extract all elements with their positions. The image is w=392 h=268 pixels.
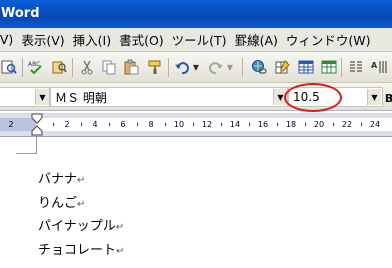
ruler-tick bbox=[249, 123, 250, 126]
ruler-number: 6 bbox=[120, 120, 126, 129]
paragraph-mark-icon: ↵ bbox=[116, 246, 125, 257]
standard-toolbar: ABC ▼ ▼ A bbox=[0, 52, 392, 83]
menu-view[interactable]: 表示(V) bbox=[21, 30, 72, 49]
spelling-icon[interactable]: ABC bbox=[27, 58, 45, 76]
document-line: チョコレート↵ bbox=[38, 243, 124, 260]
drawing-icon[interactable]: A bbox=[370, 58, 388, 76]
toolbar-separator bbox=[168, 58, 169, 77]
ruler-tick bbox=[81, 123, 82, 126]
insert-table-icon[interactable] bbox=[297, 58, 315, 76]
document-line: りんご↵ bbox=[38, 196, 85, 213]
copy-icon[interactable] bbox=[100, 58, 118, 76]
window-title: Word bbox=[1, 6, 40, 21]
annotation-circle bbox=[284, 83, 342, 112]
ruler-number: 10 bbox=[173, 120, 185, 129]
ruler-number: 12 bbox=[201, 120, 213, 129]
columns-icon[interactable] bbox=[347, 58, 365, 76]
line-text: チョコレート bbox=[38, 243, 117, 258]
document-line: パイナップル↵ bbox=[38, 219, 124, 236]
margin-guide bbox=[36, 137, 37, 154]
research-icon[interactable] bbox=[50, 58, 68, 76]
ruler-number: 18 bbox=[285, 120, 297, 129]
ruler-tick bbox=[165, 123, 166, 126]
toolbar-separator bbox=[341, 58, 342, 77]
ruler-number: 24 bbox=[369, 120, 381, 129]
paragraph-mark-icon: ↵ bbox=[77, 199, 86, 210]
title-bar: Word bbox=[0, 0, 392, 28]
menu-table[interactable]: 罫線(A) bbox=[235, 30, 286, 49]
undo-icon[interactable] bbox=[173, 58, 191, 76]
menu-insert[interactable]: 挿入(I) bbox=[73, 30, 119, 49]
ruler-number: 16 bbox=[257, 120, 269, 129]
ruler-number: 8 bbox=[148, 120, 154, 129]
ruler-tick bbox=[53, 123, 54, 126]
style-combo[interactable]: ▼ bbox=[0, 87, 50, 107]
line-text: パイナップル bbox=[38, 219, 116, 234]
indent-marker-icon[interactable] bbox=[31, 113, 43, 140]
toolbar-separator bbox=[22, 58, 23, 77]
undo-dropdown-icon[interactable]: ▼ bbox=[191, 58, 201, 76]
cut-icon[interactable] bbox=[78, 58, 96, 76]
format-painter-icon[interactable] bbox=[146, 58, 164, 76]
redo-icon[interactable] bbox=[207, 58, 225, 76]
font-name-combo[interactable]: ＭＳ 明朝 ▼ bbox=[50, 87, 288, 107]
insert-excel-icon[interactable] bbox=[320, 58, 338, 76]
svg-text:ABC: ABC bbox=[28, 61, 40, 68]
ruler-tick bbox=[361, 123, 362, 126]
ruler-number: 22 bbox=[341, 120, 353, 129]
line-text: バナナ bbox=[38, 172, 78, 187]
font-name-value: ＭＳ 明朝 bbox=[55, 90, 107, 105]
bold-icon-partial[interactable]: B bbox=[385, 89, 392, 107]
print-preview-icon[interactable] bbox=[0, 58, 18, 76]
paste-icon[interactable] bbox=[122, 58, 140, 76]
tables-borders-icon[interactable] bbox=[273, 58, 291, 76]
toolbar-separator bbox=[72, 58, 73, 77]
document-line: バナナ↵ bbox=[38, 172, 85, 189]
chevron-down-icon[interactable]: ▼ bbox=[367, 89, 381, 105]
ruler-number: 14 bbox=[229, 120, 241, 129]
toolbar-separator bbox=[242, 58, 243, 77]
chevron-down-icon[interactable]: ▼ bbox=[35, 89, 49, 105]
ruler-tick bbox=[137, 123, 138, 126]
svg-text:A: A bbox=[371, 61, 378, 70]
ruler-tick bbox=[193, 123, 194, 126]
margin-guide bbox=[16, 153, 37, 154]
redo-dropdown-icon[interactable]: ▼ bbox=[225, 58, 235, 76]
menu-tools[interactable]: ツール(T) bbox=[172, 30, 235, 49]
ruler-tick bbox=[221, 123, 222, 126]
ruler-tick bbox=[277, 123, 278, 126]
paragraph-mark-icon: ↵ bbox=[77, 175, 86, 186]
menu-edit-partial[interactable]: (V) bbox=[0, 32, 21, 47]
ruler-tick bbox=[305, 123, 306, 126]
line-text: りんご bbox=[38, 196, 78, 211]
ruler-number: 4 bbox=[92, 120, 98, 129]
menu-bar: (V) 表示(V) 挿入(I) 書式(O) ツール(T) 罫線(A) ウィンドウ… bbox=[0, 28, 392, 52]
ruler-number: 20 bbox=[313, 120, 325, 129]
horizontal-ruler[interactable]: 2 2 4 6 8 10 12 14 16 18 20 22 24 bbox=[0, 113, 392, 137]
ruler-tick bbox=[333, 123, 334, 126]
ruler-number: 2 bbox=[8, 120, 14, 129]
menu-format[interactable]: 書式(O) bbox=[119, 30, 172, 49]
hyperlink-icon[interactable] bbox=[250, 58, 268, 76]
ruler-tick bbox=[109, 123, 110, 126]
paragraph-mark-icon: ↵ bbox=[115, 222, 125, 233]
menu-window[interactable]: ウィンドウ(W) bbox=[286, 30, 379, 49]
ruler-number: 2 bbox=[64, 120, 70, 129]
